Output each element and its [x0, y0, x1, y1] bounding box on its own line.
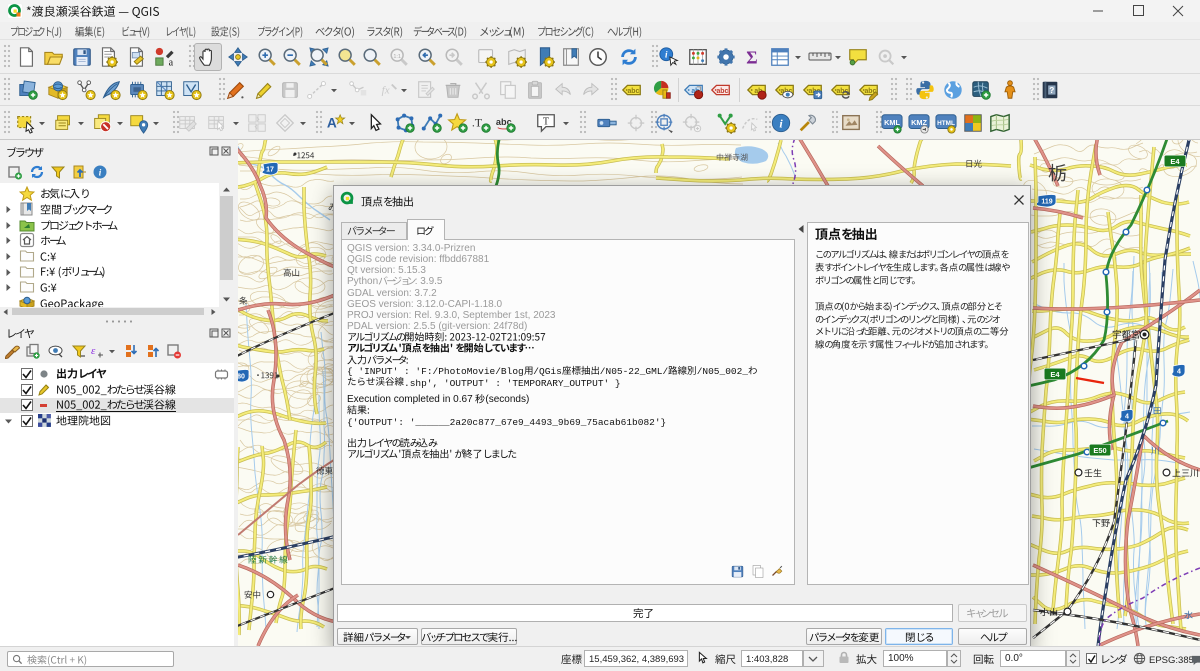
svg-text:119: 119 [1041, 199, 1052, 206]
svg-text:.T: .T [472, 116, 483, 130]
svg-text:fx: fx [382, 85, 390, 97]
svg-text:E4: E4 [1170, 157, 1180, 166]
svg-text:17: 17 [266, 167, 274, 174]
svg-text:80: 80 [237, 374, 245, 381]
svg-text:E4: E4 [1050, 370, 1060, 379]
svg-text:4: 4 [1125, 414, 1129, 421]
svg-text:a: a [169, 57, 174, 68]
svg-text:4: 4 [1177, 369, 1181, 376]
svg-text:abc: abc [627, 88, 639, 95]
svg-text:E50: E50 [1093, 446, 1106, 455]
svg-text:T: T [543, 116, 549, 127]
svg-text:ε: ε [91, 345, 96, 357]
svg-text:?: ? [1049, 86, 1054, 95]
svg-text:1:1: 1:1 [393, 54, 401, 60]
svg-text:Σ: Σ [746, 47, 757, 67]
svg-text:abc: abc [716, 88, 728, 95]
